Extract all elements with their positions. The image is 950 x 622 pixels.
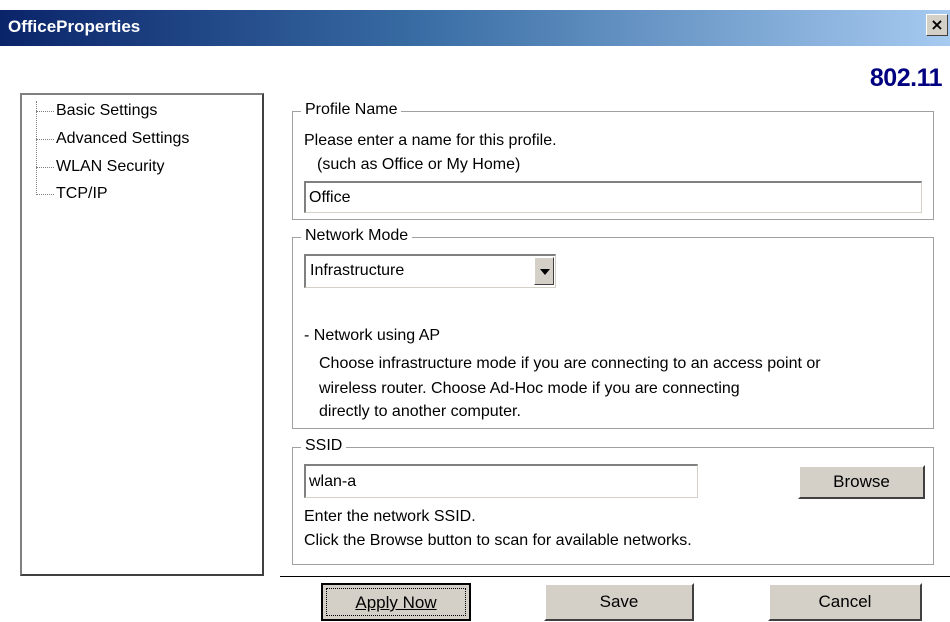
network-mode-desc-line: wireless router. Choose Ad-Hoc mode if y… [319, 380, 740, 397]
profile-name-legend: Profile Name [301, 101, 402, 119]
close-button[interactable]: × [926, 14, 948, 36]
ssid-legend: SSID [301, 437, 347, 455]
network-mode-selected: Infrastructure [310, 262, 405, 279]
tree-branch-icon [36, 193, 54, 195]
close-icon: × [930, 15, 944, 34]
ssid-help-line2: Click the Browse button to scan for avai… [304, 532, 692, 549]
browse-button[interactable]: Browse [798, 465, 925, 499]
ssid-group: SSID Browse Enter the network SSID. Clic… [292, 437, 934, 565]
cancel-button[interactable]: Cancel [768, 583, 922, 621]
settings-tree[interactable]: Basic Settings Advanced Settings WLAN Se… [20, 93, 264, 576]
title-bar: OfficeProperties × [0, 10, 950, 46]
network-mode-desc-title: - Network using AP [304, 327, 441, 344]
cancel-label: Cancel [818, 592, 872, 611]
apply-now-button[interactable]: Apply Now [321, 583, 471, 621]
ssid-help-line1: Enter the network SSID. [304, 508, 476, 525]
tree-item-wlan-security[interactable]: WLAN Security [36, 154, 164, 180]
network-mode-dropdown[interactable]: Infrastructure [304, 254, 556, 288]
network-mode-desc-line: Choose infrastructure mode if you are co… [319, 355, 821, 372]
tree-item-tcpip[interactable]: TCP/IP [36, 181, 108, 207]
tree-item-basic-settings[interactable]: Basic Settings [36, 98, 157, 124]
brand-label: 802.11 [869, 64, 943, 92]
focus-ring: Apply Now [326, 588, 466, 616]
chevron-down-icon[interactable] [534, 257, 554, 285]
tree-item-label: Basic Settings [56, 102, 158, 119]
tree-item-label: Advanced Settings [56, 130, 190, 147]
tree-branch-icon [36, 138, 54, 140]
tree-branch-icon [36, 166, 54, 168]
tree-item-label: WLAN Security [56, 158, 165, 175]
profile-name-input[interactable] [304, 181, 922, 213]
profile-name-instruction: Please enter a name for this profile. [304, 132, 557, 149]
ssid-input[interactable] [304, 464, 698, 498]
apply-now-label: Apply Now [355, 593, 437, 612]
browse-button-label: Browse [833, 472, 890, 491]
profile-name-hint: (such as Office or My Home) [317, 156, 521, 173]
tree-item-advanced-settings[interactable]: Advanced Settings [36, 126, 189, 152]
network-mode-group: Network Mode Infrastructure - Network us… [292, 227, 934, 429]
network-mode-legend: Network Mode [301, 227, 413, 245]
tree-branch-icon [36, 110, 54, 112]
network-mode-desc-line: directly to another computer. [319, 403, 521, 420]
tree-item-label: TCP/IP [56, 185, 108, 202]
save-button[interactable]: Save [544, 583, 694, 621]
save-label: Save [599, 592, 639, 611]
profile-name-group: Profile Name Please enter a name for thi… [292, 101, 934, 220]
footer-divider [280, 576, 950, 577]
window-title: OfficeProperties [8, 17, 141, 36]
